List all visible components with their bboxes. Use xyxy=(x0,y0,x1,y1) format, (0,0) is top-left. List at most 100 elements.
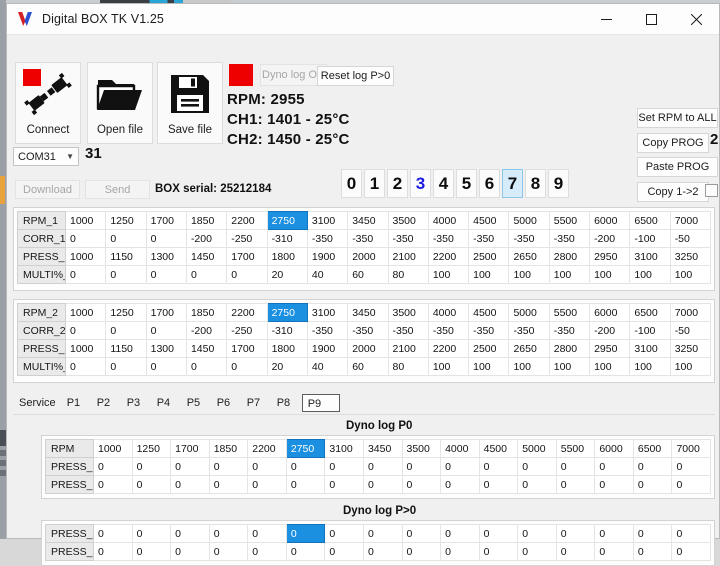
cell[interactable]: 100 xyxy=(629,357,671,376)
cell[interactable]: 0 xyxy=(440,457,480,476)
cell[interactable]: -100 xyxy=(629,321,671,340)
cell[interactable]: 3250 xyxy=(669,339,712,358)
cell[interactable]: 0 xyxy=(478,542,519,561)
cell[interactable]: 0 xyxy=(594,542,634,561)
cell[interactable]: 0 xyxy=(671,542,711,561)
cell[interactable]: 1300 xyxy=(145,247,187,266)
cell[interactable]: 1250 xyxy=(105,303,147,322)
cell[interactable]: 7000 xyxy=(671,439,711,458)
cell[interactable]: 6500 xyxy=(632,439,673,458)
cell[interactable]: 3450 xyxy=(347,211,389,230)
cell[interactable]: 2000 xyxy=(347,247,389,266)
cell[interactable]: 1000 xyxy=(64,303,107,322)
cell[interactable]: 4000 xyxy=(427,303,470,322)
cell[interactable]: 0 xyxy=(555,524,596,543)
cell[interactable]: 3100 xyxy=(324,439,364,458)
reset-log-button[interactable]: Reset log P>0 xyxy=(317,66,394,86)
cell[interactable]: 2650 xyxy=(508,247,550,266)
cell[interactable]: 1800 xyxy=(266,247,308,266)
cell[interactable]: 4000 xyxy=(440,439,480,458)
cell[interactable]: -200 xyxy=(185,321,228,340)
cell[interactable]: 0 xyxy=(285,457,326,476)
cell[interactable]: 2950 xyxy=(589,339,631,358)
cell[interactable]: 0 xyxy=(401,457,442,476)
cell[interactable]: 3450 xyxy=(347,303,389,322)
tab-p3[interactable]: P3 xyxy=(122,394,152,412)
cell[interactable]: 20 xyxy=(266,357,308,376)
cell[interactable]: 1850 xyxy=(185,303,228,322)
cell[interactable]: 2500 xyxy=(468,339,510,358)
cell[interactable]: -350 xyxy=(548,321,591,340)
cell[interactable]: 100 xyxy=(589,357,631,376)
program-button-1[interactable]: 1 xyxy=(364,169,385,198)
cell[interactable]: 0 xyxy=(671,524,711,543)
program-button-8[interactable]: 8 xyxy=(525,169,546,198)
cell[interactable]: 0 xyxy=(247,457,287,476)
cell[interactable]: 0 xyxy=(517,457,557,476)
cell[interactable]: 2800 xyxy=(548,339,591,358)
cell[interactable]: 2200 xyxy=(226,211,268,230)
open-file-button[interactable]: Open file xyxy=(87,62,153,144)
cell[interactable]: 2100 xyxy=(387,247,429,266)
cell[interactable]: 1900 xyxy=(306,339,349,358)
cell[interactable]: 2750 xyxy=(266,303,308,322)
cell[interactable]: 0 xyxy=(208,524,249,543)
cell[interactable]: -350 xyxy=(387,229,429,248)
cell[interactable]: -100 xyxy=(629,229,671,248)
cell[interactable]: 3500 xyxy=(387,211,429,230)
cell[interactable]: 6000 xyxy=(589,303,631,322)
cell[interactable]: 0 xyxy=(247,475,287,494)
cell[interactable]: 0 xyxy=(632,542,673,561)
tab-p2[interactable]: P2 xyxy=(92,394,122,412)
cell[interactable]: 0 xyxy=(247,524,287,543)
cell[interactable]: 0 xyxy=(93,542,133,561)
cell[interactable]: 0 xyxy=(632,475,673,494)
cell[interactable]: 0 xyxy=(131,457,172,476)
minimize-icon[interactable] xyxy=(584,4,629,34)
cell[interactable]: 100 xyxy=(629,265,671,284)
program-button-3[interactable]: 3 xyxy=(410,169,431,198)
tab-p7[interactable]: P7 xyxy=(242,394,272,412)
cell[interactable]: 6500 xyxy=(629,211,671,230)
cell[interactable]: 1000 xyxy=(64,247,107,266)
cell[interactable]: 100 xyxy=(669,265,712,284)
tab-p5[interactable]: P5 xyxy=(182,394,212,412)
cell[interactable]: 2750 xyxy=(285,439,326,458)
cell[interactable]: 2750 xyxy=(266,211,308,230)
cell[interactable]: 60 xyxy=(347,357,389,376)
cell[interactable]: 0 xyxy=(594,524,634,543)
cell[interactable]: 1000 xyxy=(64,339,107,358)
cell[interactable]: 3500 xyxy=(387,303,429,322)
cell[interactable]: 0 xyxy=(517,524,557,543)
cell[interactable]: 1700 xyxy=(226,247,268,266)
cell[interactable]: -200 xyxy=(185,229,228,248)
cell[interactable]: 80 xyxy=(387,265,429,284)
cell[interactable]: 0 xyxy=(226,357,268,376)
cell[interactable]: 1800 xyxy=(266,339,308,358)
cell[interactable]: 0 xyxy=(285,524,326,543)
cell[interactable]: 0 xyxy=(64,321,107,340)
tab-p9[interactable]: P9 xyxy=(301,394,340,412)
cell[interactable]: 0 xyxy=(105,321,147,340)
cell[interactable]: 0 xyxy=(362,524,403,543)
cell[interactable]: -50 xyxy=(669,229,712,248)
cell[interactable]: 1900 xyxy=(306,247,349,266)
cell[interactable]: 5000 xyxy=(517,439,557,458)
cell[interactable]: 7000 xyxy=(669,303,712,322)
cell[interactable]: 1150 xyxy=(105,339,147,358)
tab-p1[interactable]: P1 xyxy=(62,394,92,412)
cell[interactable]: -350 xyxy=(427,229,470,248)
cell[interactable]: 1700 xyxy=(170,439,210,458)
cell[interactable]: -310 xyxy=(266,229,308,248)
cell[interactable]: -350 xyxy=(347,229,389,248)
cell[interactable]: 0 xyxy=(401,475,442,494)
program-button-5[interactable]: 5 xyxy=(456,169,477,198)
set-rpm-to-all-button[interactable]: Set RPM to ALL xyxy=(637,108,718,128)
program-button-0[interactable]: 0 xyxy=(341,169,362,198)
cell[interactable]: 0 xyxy=(440,475,480,494)
cell[interactable]: 3250 xyxy=(669,247,712,266)
cell[interactable]: 1850 xyxy=(208,439,249,458)
cell[interactable]: 0 xyxy=(478,475,519,494)
program-button-7[interactable]: 7 xyxy=(502,169,523,198)
cell[interactable]: 3450 xyxy=(362,439,403,458)
